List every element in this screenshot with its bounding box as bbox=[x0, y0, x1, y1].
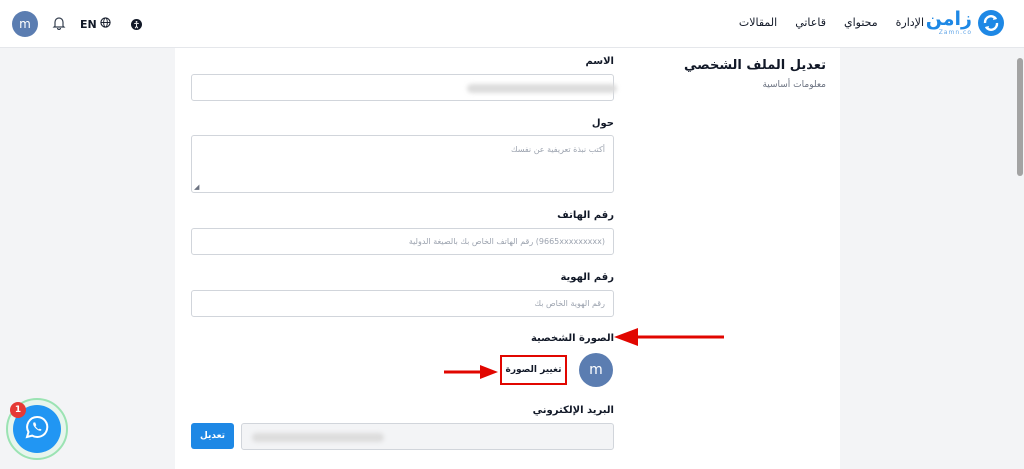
annotation-arrow-change-photo bbox=[444, 365, 498, 379]
nav-item-my-halls[interactable]: قاعاتي bbox=[795, 16, 826, 29]
phone-input[interactable]: (9665xxxxxxxxx) رقم الهاتف الخاص بك بالص… bbox=[191, 228, 614, 255]
whatsapp-notification-badge: 1 bbox=[10, 402, 26, 418]
id-number-label: رقم الهوية bbox=[560, 272, 614, 283]
profile-edit-panel: تعديل الملف الشخصي معلومات أساسية الاسم … bbox=[175, 48, 840, 469]
about-label: حول bbox=[591, 118, 614, 129]
nav-item-my-content[interactable]: محتواي bbox=[844, 16, 878, 29]
id-number-placeholder: رقم الهوية الخاص بك bbox=[534, 299, 605, 308]
bell-icon[interactable] bbox=[52, 15, 66, 34]
logo-name: زامن bbox=[925, 8, 972, 30]
about-placeholder: أكتب نبذة تعريفية عن نفسك bbox=[511, 145, 605, 154]
profile-photo-avatar: m bbox=[579, 353, 613, 387]
blurred-name-value bbox=[467, 84, 617, 93]
id-number-input[interactable]: رقم الهوية الخاص بك bbox=[191, 290, 614, 317]
about-textarea[interactable]: أكتب نبذة تعريفية عن نفسك ◢ bbox=[191, 135, 614, 193]
nav-item-administration[interactable]: الإدارة bbox=[896, 16, 924, 29]
profile-photo-label: الصورة الشخصية bbox=[530, 333, 614, 344]
language-label: EN bbox=[80, 17, 97, 31]
whatsapp-icon bbox=[24, 414, 50, 444]
globe-icon bbox=[100, 17, 111, 31]
nav-item-articles[interactable]: المقالات bbox=[739, 16, 777, 29]
annotation-arrow-photo-label bbox=[614, 328, 724, 346]
blurred-email-value bbox=[252, 433, 384, 442]
phone-placeholder: (9665xxxxxxxxx) رقم الهاتف الخاص بك بالص… bbox=[408, 237, 605, 246]
email-field bbox=[241, 423, 614, 450]
edit-email-button[interactable]: تعديل bbox=[191, 423, 234, 449]
email-label: البريد الإلكتروني bbox=[532, 405, 614, 416]
phone-label: رقم الهاتف bbox=[557, 210, 614, 221]
zamn-logo[interactable]: زامن Zamn.co bbox=[926, 9, 1004, 36]
page-title: تعديل الملف الشخصي bbox=[683, 58, 826, 73]
name-label: الاسم bbox=[585, 56, 614, 67]
top-navigation-bar: زامن Zamn.co الإدارة محتواي قاعاتي المقا… bbox=[0, 0, 1024, 48]
change-photo-button[interactable]: تغيير الصورة bbox=[500, 355, 567, 385]
page-scrollbar[interactable] bbox=[1016, 48, 1024, 469]
page-subtitle: معلومات أساسية bbox=[762, 80, 826, 90]
scrollbar-thumb[interactable] bbox=[1017, 58, 1023, 176]
header-tools: m EN bbox=[12, 11, 142, 37]
main-nav: الإدارة محتواي قاعاتي المقالات bbox=[739, 16, 924, 29]
resize-grip-icon[interactable]: ◢ bbox=[194, 183, 199, 191]
zamn-logo-mark-icon bbox=[978, 9, 1004, 36]
accessibility-icon[interactable] bbox=[130, 15, 142, 34]
language-switcher[interactable]: EN bbox=[80, 17, 111, 31]
name-input[interactable] bbox=[191, 74, 617, 101]
logo-subtext: Zamn.co bbox=[938, 29, 972, 36]
user-avatar[interactable]: m bbox=[12, 11, 38, 37]
